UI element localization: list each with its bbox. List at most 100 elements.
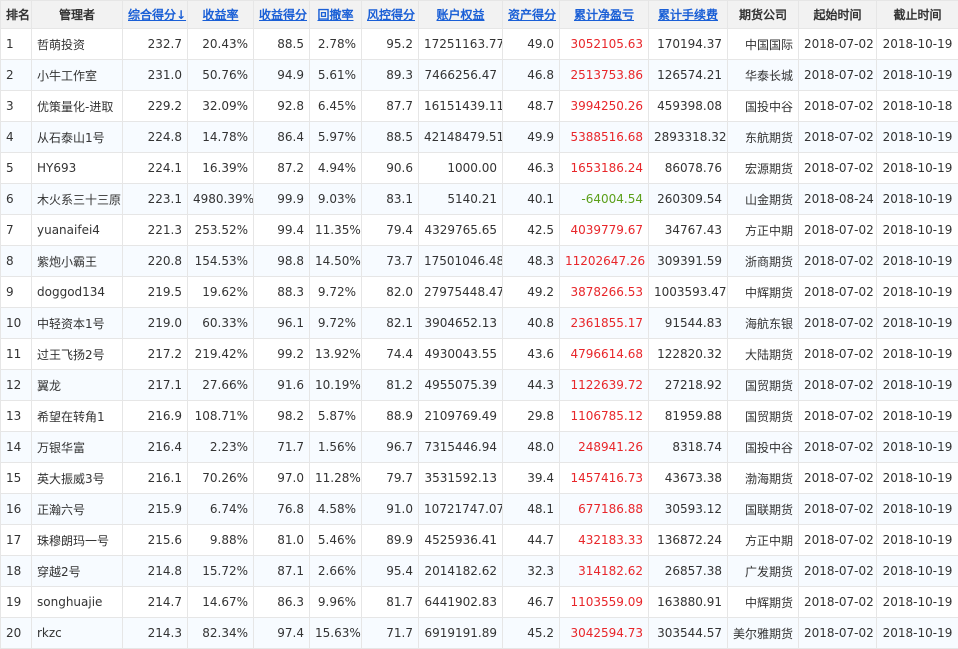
cell-score: 217.2 bbox=[123, 339, 188, 370]
cell-fees: 260309.54 bbox=[649, 184, 728, 215]
cell-firm: 海航东银 bbox=[728, 308, 799, 339]
cell-asset-score: 42.5 bbox=[503, 215, 560, 246]
cell-drawdown: 4.58% bbox=[310, 494, 362, 525]
cell-end: 2018-10-19 bbox=[877, 556, 958, 587]
cell-end: 2018-10-19 bbox=[877, 122, 958, 153]
cell-asset-score: 40.1 bbox=[503, 184, 560, 215]
table-row: 13希望在转角1216.9108.71%98.25.87%88.92109769… bbox=[1, 401, 958, 432]
cell-score: 215.6 bbox=[123, 525, 188, 556]
cell-return-rate: 16.39% bbox=[188, 153, 254, 184]
cell-risk-score: 74.4 bbox=[362, 339, 419, 370]
cell-fees: 136872.24 bbox=[649, 525, 728, 556]
col-header-return-rate[interactable]: 收益率 bbox=[188, 1, 254, 29]
sort-link-risk-score[interactable]: 风控得分 bbox=[367, 8, 415, 22]
cell-net-profit: 4039779.67 bbox=[560, 215, 649, 246]
cell-start: 2018-07-02 bbox=[799, 153, 877, 184]
cell-score: 216.4 bbox=[123, 432, 188, 463]
col-header-asset-score[interactable]: 资产得分 bbox=[503, 1, 560, 29]
cell-fees: 2893318.32 bbox=[649, 122, 728, 153]
col-header-equity[interactable]: 账户权益 bbox=[419, 1, 503, 29]
col-header-net-profit[interactable]: 累计净盈亏 bbox=[560, 1, 649, 29]
cell-net-profit: 1653186.24 bbox=[560, 153, 649, 184]
cell-end: 2018-10-19 bbox=[877, 184, 958, 215]
cell-manager: songhuajie bbox=[32, 587, 123, 618]
cell-fees: 309391.59 bbox=[649, 246, 728, 277]
sort-link-return-rate[interactable]: 收益率 bbox=[202, 8, 238, 22]
cell-risk-score: 95.2 bbox=[362, 29, 419, 60]
cell-start: 2018-07-02 bbox=[799, 432, 877, 463]
cell-return-rate: 9.88% bbox=[188, 525, 254, 556]
cell-rank: 20 bbox=[1, 618, 32, 649]
col-header-manager: 管理者 bbox=[32, 1, 123, 29]
cell-net-profit: 3052105.63 bbox=[560, 29, 649, 60]
cell-manager: 哲萌投资 bbox=[32, 29, 123, 60]
cell-risk-score: 89.3 bbox=[362, 60, 419, 91]
cell-fees: 43673.38 bbox=[649, 463, 728, 494]
table-row: 1哲萌投资232.720.43%88.52.78%95.217251163.77… bbox=[1, 29, 958, 60]
sort-link-net-profit[interactable]: 累计净盈亏 bbox=[574, 8, 634, 22]
sort-link-fees[interactable]: 累计手续费 bbox=[658, 8, 718, 22]
cell-asset-score: 48.1 bbox=[503, 494, 560, 525]
cell-fees: 8318.74 bbox=[649, 432, 728, 463]
cell-manager: 正瀚六号 bbox=[32, 494, 123, 525]
sort-link-return-score[interactable]: 收益得分 bbox=[259, 8, 307, 22]
cell-equity: 7315446.94 bbox=[419, 432, 503, 463]
col-header-score[interactable]: 综合得分↓ bbox=[123, 1, 188, 29]
table-header: 排名管理者综合得分↓收益率收益得分回撤率风控得分账户权益资产得分累计净盈亏累计手… bbox=[1, 1, 958, 29]
col-header-drawdown[interactable]: 回撤率 bbox=[310, 1, 362, 29]
cell-manager: rkzc bbox=[32, 618, 123, 649]
cell-score: 229.2 bbox=[123, 91, 188, 122]
sort-link-asset-score[interactable]: 资产得分 bbox=[508, 8, 556, 22]
cell-net-profit: 677186.88 bbox=[560, 494, 649, 525]
cell-drawdown: 13.92% bbox=[310, 339, 362, 370]
cell-return-score: 87.2 bbox=[254, 153, 310, 184]
cell-end: 2018-10-19 bbox=[877, 339, 958, 370]
ranking-table: 排名管理者综合得分↓收益率收益得分回撤率风控得分账户权益资产得分累计净盈亏累计手… bbox=[0, 0, 958, 649]
cell-return-score: 96.1 bbox=[254, 308, 310, 339]
cell-return-rate: 6.74% bbox=[188, 494, 254, 525]
sort-link-equity[interactable]: 账户权益 bbox=[436, 8, 484, 22]
cell-fees: 459398.08 bbox=[649, 91, 728, 122]
table-row: 18穿越2号214.815.72%87.12.66%95.42014182.62… bbox=[1, 556, 958, 587]
cell-return-rate: 60.33% bbox=[188, 308, 254, 339]
cell-manager: HY693 bbox=[32, 153, 123, 184]
cell-rank: 7 bbox=[1, 215, 32, 246]
cell-firm: 方正中期 bbox=[728, 215, 799, 246]
cell-asset-score: 48.3 bbox=[503, 246, 560, 277]
col-header-return-score[interactable]: 收益得分 bbox=[254, 1, 310, 29]
cell-drawdown: 9.03% bbox=[310, 184, 362, 215]
cell-firm: 渤海期货 bbox=[728, 463, 799, 494]
cell-rank: 4 bbox=[1, 122, 32, 153]
cell-return-rate: 15.72% bbox=[188, 556, 254, 587]
cell-risk-score: 82.1 bbox=[362, 308, 419, 339]
cell-return-rate: 2.23% bbox=[188, 432, 254, 463]
sort-link-score[interactable]: 综合得分↓ bbox=[128, 8, 186, 22]
cell-asset-score: 32.3 bbox=[503, 556, 560, 587]
cell-asset-score: 46.3 bbox=[503, 153, 560, 184]
cell-return-score: 97.4 bbox=[254, 618, 310, 649]
cell-risk-score: 96.7 bbox=[362, 432, 419, 463]
cell-firm: 山金期货 bbox=[728, 184, 799, 215]
cell-drawdown: 5.61% bbox=[310, 60, 362, 91]
col-header-fees[interactable]: 累计手续费 bbox=[649, 1, 728, 29]
col-header-firm: 期货公司 bbox=[728, 1, 799, 29]
cell-start: 2018-07-02 bbox=[799, 215, 877, 246]
col-header-risk-score[interactable]: 风控得分 bbox=[362, 1, 419, 29]
cell-equity: 6919191.89 bbox=[419, 618, 503, 649]
table-row: 14万银华富216.42.23%71.71.56%96.77315446.944… bbox=[1, 432, 958, 463]
cell-asset-score: 49.2 bbox=[503, 277, 560, 308]
sort-link-drawdown[interactable]: 回撤率 bbox=[317, 8, 353, 22]
cell-equity: 1000.00 bbox=[419, 153, 503, 184]
cell-return-rate: 27.66% bbox=[188, 370, 254, 401]
cell-rank: 11 bbox=[1, 339, 32, 370]
col-header-end: 截止时间 bbox=[877, 1, 958, 29]
cell-asset-score: 40.8 bbox=[503, 308, 560, 339]
cell-fees: 1003593.47 bbox=[649, 277, 728, 308]
cell-end: 2018-10-19 bbox=[877, 618, 958, 649]
cell-firm: 国联期货 bbox=[728, 494, 799, 525]
cell-return-rate: 154.53% bbox=[188, 246, 254, 277]
cell-manager: 珠穆朗玛一号 bbox=[32, 525, 123, 556]
cell-score: 215.9 bbox=[123, 494, 188, 525]
cell-asset-score: 49.9 bbox=[503, 122, 560, 153]
cell-risk-score: 83.1 bbox=[362, 184, 419, 215]
